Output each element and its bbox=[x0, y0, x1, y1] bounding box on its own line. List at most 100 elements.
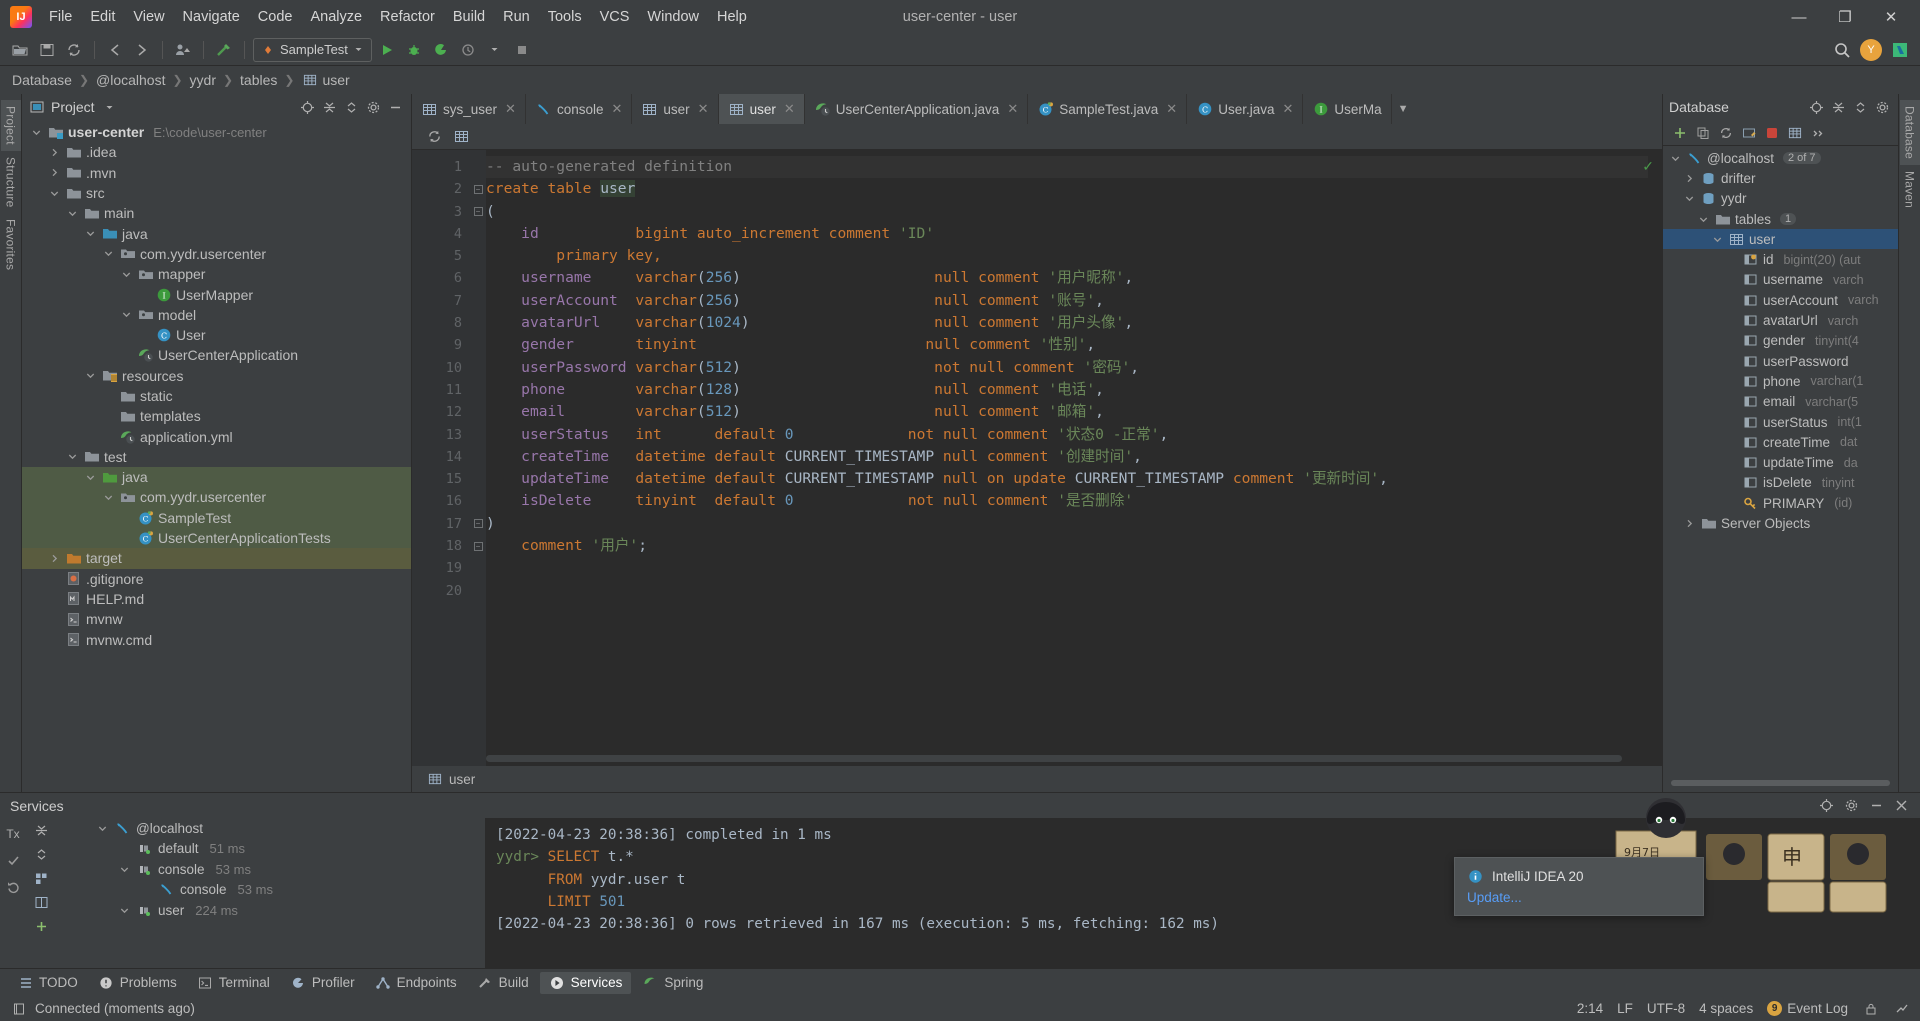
chevron-down-icon[interactable] bbox=[118, 865, 131, 874]
code-line[interactable]: create table user bbox=[486, 178, 1648, 200]
database-tree-row[interactable]: updateTime da bbox=[1663, 452, 1898, 472]
rollback-icon[interactable] bbox=[5, 878, 22, 894]
chevron-down-icon[interactable] bbox=[84, 473, 97, 482]
chevron-down-icon[interactable] bbox=[1697, 215, 1710, 224]
chevron-down-icon[interactable] bbox=[1683, 194, 1696, 203]
tool-window-bar[interactable]: TODO Problems Terminal Profiler Endpoints Bui… bbox=[0, 968, 1920, 996]
database-tree-row[interactable]: userAccount varch bbox=[1663, 290, 1898, 310]
code-line[interactable]: updateTime datetime default CURRENT_TIME… bbox=[486, 468, 1648, 490]
table-grid-icon[interactable] bbox=[1786, 125, 1803, 141]
rail-tab-project[interactable]: Project bbox=[0, 100, 21, 151]
project-tree-row[interactable]: target bbox=[22, 548, 411, 569]
project-tree-row[interactable]: user-center E:\code\user-center bbox=[22, 122, 411, 142]
settings-gear-icon[interactable] bbox=[1872, 97, 1892, 117]
project-tree[interactable]: user-center E:\code\user-center .idea .mvn s… bbox=[22, 120, 411, 792]
menu-item-run[interactable]: Run bbox=[494, 6, 539, 28]
code-line[interactable]: userPassword varchar(512) not null comme… bbox=[486, 357, 1648, 379]
database-tree-row[interactable]: PRIMARY (id) bbox=[1663, 493, 1898, 513]
menu-item-tools[interactable]: Tools bbox=[539, 6, 591, 28]
database-tree-row[interactable]: createTime dat bbox=[1663, 432, 1898, 452]
project-tree-row[interactable]: com.yydr.usercenter bbox=[22, 487, 411, 508]
close-icon[interactable]: ✕ bbox=[1282, 101, 1293, 117]
database-tree-row[interactable]: email varchar(5 bbox=[1663, 392, 1898, 412]
code-line[interactable]: primary key, bbox=[486, 245, 1648, 267]
avatar[interactable]: Y bbox=[1860, 38, 1882, 61]
editor-tab-userma[interactable]: I UserMa bbox=[1303, 94, 1392, 124]
minimize-button[interactable]: — bbox=[1776, 1, 1822, 33]
save-icon[interactable] bbox=[35, 38, 59, 62]
chevron-down-icon[interactable] bbox=[101, 99, 118, 115]
chevron-right-icon[interactable] bbox=[48, 148, 61, 157]
code-line[interactable]: isDelete tinyint default 0 not null comm… bbox=[486, 490, 1648, 512]
menu-item-navigate[interactable]: Navigate bbox=[174, 6, 249, 28]
project-tree-row[interactable]: HELP.md bbox=[22, 589, 411, 609]
build-hammer-icon[interactable] bbox=[212, 38, 236, 62]
rail-tab-structure[interactable]: Structure bbox=[1, 151, 21, 214]
code-editor[interactable]: 1 2 3 4 5 6 7 8 9 10 11 12 13 14 15 16 17 18 19 20 − − − − -- … bbox=[412, 150, 1662, 766]
chevron-down-icon[interactable] bbox=[120, 270, 133, 279]
tool-window-button-spring[interactable]: Spring bbox=[633, 972, 712, 994]
chevron-down-icon[interactable] bbox=[66, 209, 79, 218]
chevron-down-icon[interactable] bbox=[84, 371, 97, 380]
back-arrow-icon[interactable] bbox=[103, 38, 127, 62]
inspection-status-icon[interactable]: ✓ bbox=[1642, 158, 1654, 175]
line-separator[interactable]: LF bbox=[1617, 1001, 1633, 1016]
project-tree-row[interactable]: C UserCenterApplicationTests bbox=[22, 527, 411, 549]
code-folding-column[interactable]: − − − − bbox=[470, 150, 486, 766]
add-plus-icon[interactable] bbox=[1671, 125, 1688, 141]
database-tree-row[interactable]: tables 1 bbox=[1663, 209, 1898, 229]
database-tree-row[interactable]: user bbox=[1663, 229, 1898, 250]
tool-window-button-profiler[interactable]: Profiler bbox=[281, 972, 364, 994]
project-tree-row[interactable]: C User bbox=[22, 325, 411, 345]
editor-tab-user-java[interactable]: C User.java ✕ bbox=[1187, 94, 1304, 124]
run-coverage-icon[interactable] bbox=[429, 38, 453, 62]
code-fold-toggle[interactable]: − bbox=[473, 184, 483, 194]
code-line[interactable]: email varchar(512) null comment '邮箱', bbox=[486, 401, 1648, 423]
project-tree-row[interactable]: java bbox=[22, 467, 411, 488]
code-line[interactable]: -- auto-generated definition bbox=[486, 156, 1648, 179]
rail-tab-database[interactable]: Database bbox=[1899, 100, 1920, 165]
code-line[interactable]: ( bbox=[486, 201, 1648, 223]
close-button[interactable]: ✕ bbox=[1868, 1, 1914, 33]
project-tree-row[interactable]: C SampleTest bbox=[22, 507, 411, 528]
run-icon[interactable] bbox=[375, 38, 399, 62]
breadcrumb-item-user[interactable]: user bbox=[322, 72, 349, 88]
breadcrumb-item-tables[interactable]: tables bbox=[240, 72, 277, 88]
project-tree-row[interactable]: UserCenterApplication bbox=[22, 345, 411, 365]
project-tree-row[interactable]: java bbox=[22, 223, 411, 243]
more-icon[interactable] bbox=[1809, 125, 1826, 141]
project-tree-row[interactable]: mvnw.cmd bbox=[22, 629, 411, 649]
code-fold-toggle[interactable]: − bbox=[473, 519, 483, 529]
close-icon[interactable]: ✕ bbox=[698, 101, 709, 117]
code-fold-toggle[interactable]: − bbox=[473, 207, 483, 217]
database-tree-row[interactable]: yydr bbox=[1663, 189, 1898, 209]
editor-tab-sampletest-java[interactable]: C SampleTest.java ✕ bbox=[1028, 94, 1188, 124]
file-encoding[interactable]: UTF-8 bbox=[1647, 1001, 1685, 1016]
tool-window-button-problems[interactable]: Problems bbox=[89, 972, 186, 994]
services-tree-row[interactable]: console 53 ms bbox=[56, 880, 485, 901]
update-notification[interactable]: IntelliJ IDEA 20 Update... bbox=[1454, 857, 1704, 916]
chevron-down-icon[interactable] bbox=[30, 128, 43, 137]
services-tree-row[interactable]: default 51 ms bbox=[56, 839, 485, 860]
editor-scrollbar[interactable] bbox=[1648, 150, 1662, 766]
chevron-down-icon[interactable] bbox=[48, 189, 61, 198]
services-tree[interactable]: @localhost default 51 ms console 53 ms consol… bbox=[56, 818, 486, 968]
close-icon[interactable]: ✕ bbox=[784, 101, 795, 117]
chevron-down-icon[interactable] bbox=[84, 229, 97, 238]
copy-icon[interactable] bbox=[1694, 125, 1711, 141]
event-log-button[interactable]: 9 Event Log bbox=[1767, 1001, 1848, 1016]
stop-icon[interactable] bbox=[510, 38, 534, 62]
menu-item-help[interactable]: Help bbox=[708, 6, 756, 28]
vcs-update-icon[interactable] bbox=[171, 38, 195, 62]
chevron-down-icon[interactable] bbox=[96, 824, 109, 833]
run-configuration-selector[interactable]: SampleTest bbox=[253, 37, 372, 62]
notification-update-link[interactable]: Update... bbox=[1467, 890, 1691, 905]
forward-arrow-icon[interactable] bbox=[130, 38, 154, 62]
stop-red-icon[interactable] bbox=[1763, 125, 1780, 141]
code-line[interactable]: avatarUrl varchar(1024) null comment '用户… bbox=[486, 312, 1648, 334]
database-tree-row[interactable]: Server Objects bbox=[1663, 513, 1898, 533]
database-tree-row[interactable]: avatarUrl varch bbox=[1663, 310, 1898, 330]
locate-icon[interactable] bbox=[1806, 97, 1826, 117]
project-tree-row[interactable]: main bbox=[22, 203, 411, 223]
code-line[interactable]: comment '用户'; bbox=[486, 535, 1648, 557]
